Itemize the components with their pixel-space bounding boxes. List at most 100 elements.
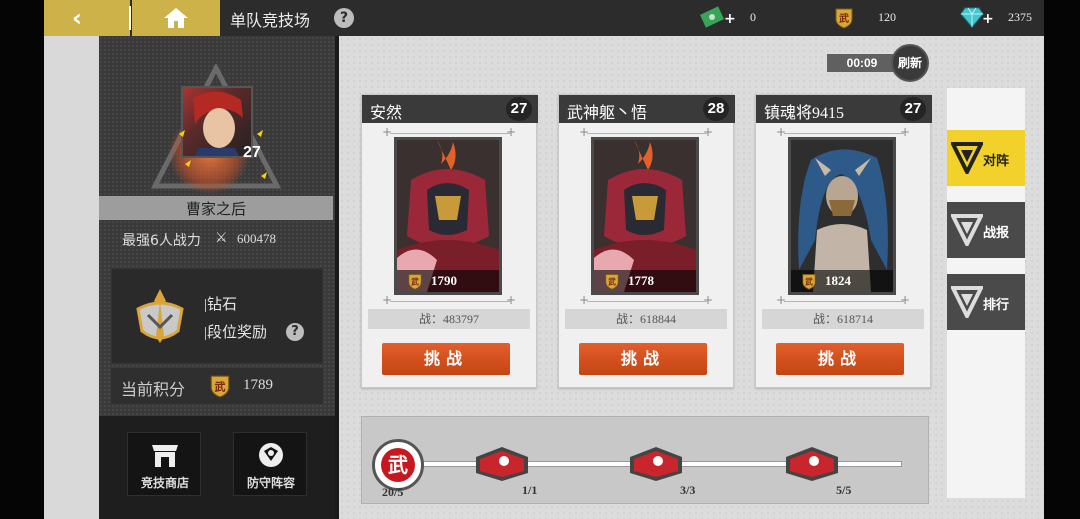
medal-glyph: 武 [381,448,415,482]
frame-line [587,301,707,302]
tab-ranking-label: 排行 [983,298,1010,313]
martial-token-icon: 武 [210,375,230,398]
frame-line [784,133,904,134]
score-row: 当前积分 武 1789 [111,368,323,404]
back-button[interactable]: ‹ [44,0,131,36]
defense-lineup-button[interactable]: 防守阵容 [233,432,307,496]
diamond-rank-badge-icon[interactable] [130,287,190,347]
tab-battle-report[interactable]: 战报 [947,202,1025,258]
player-name-plate: 曹家之后 [99,196,333,220]
chest-progress-label: 3/3 [680,483,696,497]
corner-mark: + [382,125,393,139]
refresh-timer: 00:09 [827,54,897,72]
cash-value: 0 [750,10,756,24]
score-value: 1789 [243,377,273,393]
opponent-name-bar: 镇魂将9415 27 [756,95,932,123]
player-level: 27 [243,144,261,161]
rank-name: |钻石 [204,297,238,313]
martial-token-icon: 武 [802,274,816,290]
frame-line [390,301,510,302]
frame-line [390,133,510,134]
challenge-button[interactable]: 挑战 [776,343,904,375]
opponent-power: 战：483797 [368,309,530,329]
tab-ranking[interactable]: 排行 [947,274,1025,330]
opponent-name: 武神躯丶悟 [567,105,648,122]
token-value: 120 [878,10,896,24]
rank-help-icon[interactable]: ? [286,323,304,341]
tab-matchup[interactable]: 对阵 [947,130,1025,186]
opponent-name-bar: 武神躯丶悟 28 [559,95,735,123]
opponent-card: 镇魂将9415 27 + + + + 武 1824 战：618714 挑战 [755,94,932,388]
power-value: 600478 [237,231,276,246]
corner-mark: + [702,293,713,307]
martial-token-icon: 武 [605,274,619,290]
opponent-area: 00:09 刷新 安然 27 + + + + 武 1790 战：483797 挑… [339,36,1044,519]
svg-text:武: 武 [608,277,616,287]
chest-progress-label: 1/1 [522,483,538,497]
power-label: 最强6人战力 [122,233,201,249]
cash-resource[interactable]: + 0 [696,0,786,36]
help-icon[interactable]: ? [334,8,354,28]
challenge-button[interactable]: 挑战 [579,343,707,375]
opponent-score: 1778 [628,273,654,288]
rank-reward-link[interactable]: |段位奖励 [204,321,267,342]
corner-mark: + [579,293,590,307]
opponent-portrait[interactable]: 武 1778 [591,137,699,295]
corner-mark: + [579,125,590,139]
reward-chest-icon[interactable] [780,443,842,483]
challenge-reward-progress: 武 20/5 1/1 3/3 5/5 [361,416,929,504]
opponent-portrait[interactable]: 武 1824 [788,137,896,295]
add-diamond-icon[interactable]: + [982,11,994,27]
refresh-button[interactable]: 刷新 [891,44,929,82]
corner-mark: + [776,125,787,139]
avatar-area[interactable]: 27 [151,64,281,214]
sparkle-decoration [179,130,267,179]
top-bar: ‹ 单队竞技场 ? + 0 武 120 + 2375 [44,0,1044,36]
token-resource: 武 120 [832,0,922,36]
corner-mark: + [899,125,910,139]
corner-mark: + [899,293,910,307]
challenge-button[interactable]: 挑战 [382,343,510,375]
martial-token-icon: 武 [408,274,422,290]
opponent-portrait[interactable]: 武 1790 [394,137,502,295]
opponent-score-strip: 武 1824 [791,270,893,292]
martial-token-icon: 武 [835,8,853,29]
opponent-level: 28 [703,97,729,121]
opponent-card: 武神躯丶悟 28 + + + + 武 1778 战：618844 挑战 [558,94,735,388]
defense-lineup-label: 防守阵容 [246,476,295,490]
arena-emblem-icon [951,142,983,174]
opponent-score-strip: 武 1790 [397,270,499,292]
challenge-count: 20/5 [382,485,404,499]
reward-chest-icon[interactable] [470,443,532,483]
tab-matchup-label: 对阵 [983,154,1010,169]
score-label: 当前积分 [121,382,186,399]
opponent-name: 安然 [370,105,403,122]
opponent-level: 27 [506,97,532,121]
back-arrow-icon: ‹ [72,4,82,32]
diamond-resource[interactable]: + 2375 [958,0,1048,36]
cash-icon [700,6,725,28]
reward-chest-icon[interactable] [624,443,686,483]
frame-line [587,133,707,134]
opponent-name-bar: 安然 27 [362,95,538,123]
svg-text:武: 武 [411,277,419,287]
opponent-power: 战：618714 [762,309,924,329]
svg-text:武: 武 [805,277,813,287]
home-button[interactable] [132,0,220,36]
divider [129,6,131,30]
opponent-score-strip: 武 1778 [594,270,696,292]
corner-mark: + [505,125,516,139]
svg-text:武: 武 [839,12,849,25]
rank-box: |钻石 |段位奖励 ? [111,268,323,364]
frame-line [784,301,904,302]
opponent-level: 27 [900,97,926,121]
svg-text:武: 武 [215,379,226,393]
crossed-swords-icon: ⚔ [215,230,228,246]
arena-emblem-icon [951,286,983,318]
opponent-card: 安然 27 + + + + 武 1790 战：483797 挑战 [361,94,538,388]
game-screen: ‹ 单队竞技场 ? + 0 武 120 + 2375 27 曹家之后 最强6人战… [0,0,1080,519]
add-cash-icon[interactable]: + [724,11,736,27]
arena-shop-button[interactable]: 竞技商店 [127,432,201,496]
martial-medal-icon: 武 [372,439,424,491]
corner-mark: + [776,293,787,307]
